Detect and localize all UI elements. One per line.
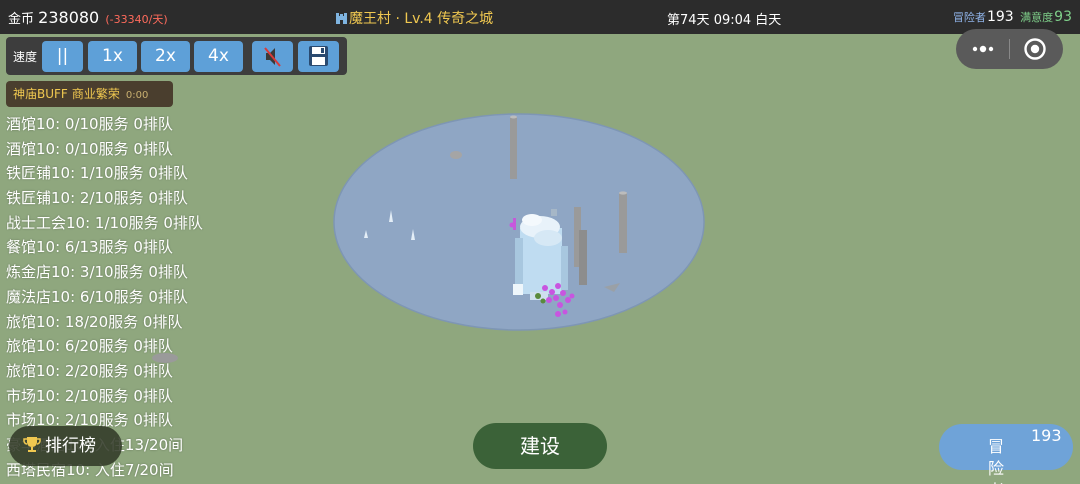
day-period: 白天 [755,13,782,28]
list-item: 炼金店10: 3/10服务 0排队 [6,263,188,282]
temple-buff-badge: 神庙BUFF 商业繁荣 0:00 [6,81,173,107]
adventurer-label: 冒险者 [952,11,986,24]
list-item: 旅馆10: 6/20服务 0排队 [6,337,173,356]
day-time: 第74天 09:04 白天 [667,9,781,28]
adventurer-button[interactable]: 冒险者 193 [939,424,1073,484]
close-target-icon[interactable] [1023,37,1047,61]
list-item: 酒馆10: 0/10服务 0排队 [6,139,173,158]
buff-tag: 神庙BUFF [13,87,68,101]
town-title-text: 魔王村 · Lv.4 传奇之城 [349,11,494,27]
gold-label: 金币 [8,12,35,27]
adventurer-button-count: 193 [1031,426,1062,445]
speed-toolbar: 速度 || 1x 2x 4x [6,37,347,75]
save-button[interactable] [298,41,339,72]
buff-timer: 0:00 [125,90,149,101]
ranking-label: 排行榜 [45,436,96,456]
list-item: 魔法店10: 6/10服务 0排队 [6,287,188,306]
speed-2x-button[interactable]: 2x [141,41,190,72]
mute-button[interactable] [252,41,293,72]
gold-value: 238080 [38,8,100,27]
build-button[interactable]: 建设 [473,423,607,469]
speed-4x-button[interactable]: 4x [194,41,243,72]
adventurer-button-label: 冒险者 [987,437,1004,484]
town-title: 魔王村 · Lv.4 传奇之城 [336,8,493,28]
gold-delta: (-33340/天) [105,13,168,26]
speaker-muted-icon [264,47,281,67]
floppy-disk-icon [309,46,328,66]
more-options-icon[interactable] [970,40,996,58]
satisfaction-label: 满意度 [1020,11,1054,24]
list-item: 铁匠铺10: 2/10服务 0排队 [6,189,188,208]
list-item: 战士工会10: 1/10服务 0排队 [6,213,203,232]
list-item: 旅馆10: 18/20服务 0排队 [6,312,183,331]
trophy-icon [23,437,41,452]
castle-icon [336,13,347,24]
pause-button[interactable]: || [42,41,83,72]
satisfaction-value: 93 [1054,9,1072,25]
status-bar: 金币 238080 (-33340/天) 魔王村 · Lv.4 传奇之城 第74… [0,0,1080,34]
adventurer-count: 193 [986,9,1014,25]
rock [450,151,462,159]
gold-display: 金币 238080 (-33340/天) [8,8,168,27]
day-label: 第74天 [667,13,710,28]
speed-1x-button[interactable]: 1x [88,41,137,72]
speed-label: 速度 [13,50,38,64]
list-item: 旅馆10: 2/20服务 0排队 [6,361,173,380]
stats-display: 冒险者193 满意度93 [953,9,1072,25]
list-item: 市场10: 2/10服务 0排队 [6,386,173,405]
list-item: 餐馆10: 6/13服务 0排队 [6,238,173,257]
ranking-button[interactable]: 排行榜 [9,426,122,466]
list-item: 酒馆10: 0/10服务 0排队 [6,115,173,133]
miniprogram-capsule [956,29,1063,69]
list-item: 铁匠铺10: 1/10服务 0排队 [6,164,188,183]
clock-time: 09:04 [713,13,752,28]
capsule-divider [1009,39,1010,59]
buff-name: 商业繁荣 [71,87,120,101]
